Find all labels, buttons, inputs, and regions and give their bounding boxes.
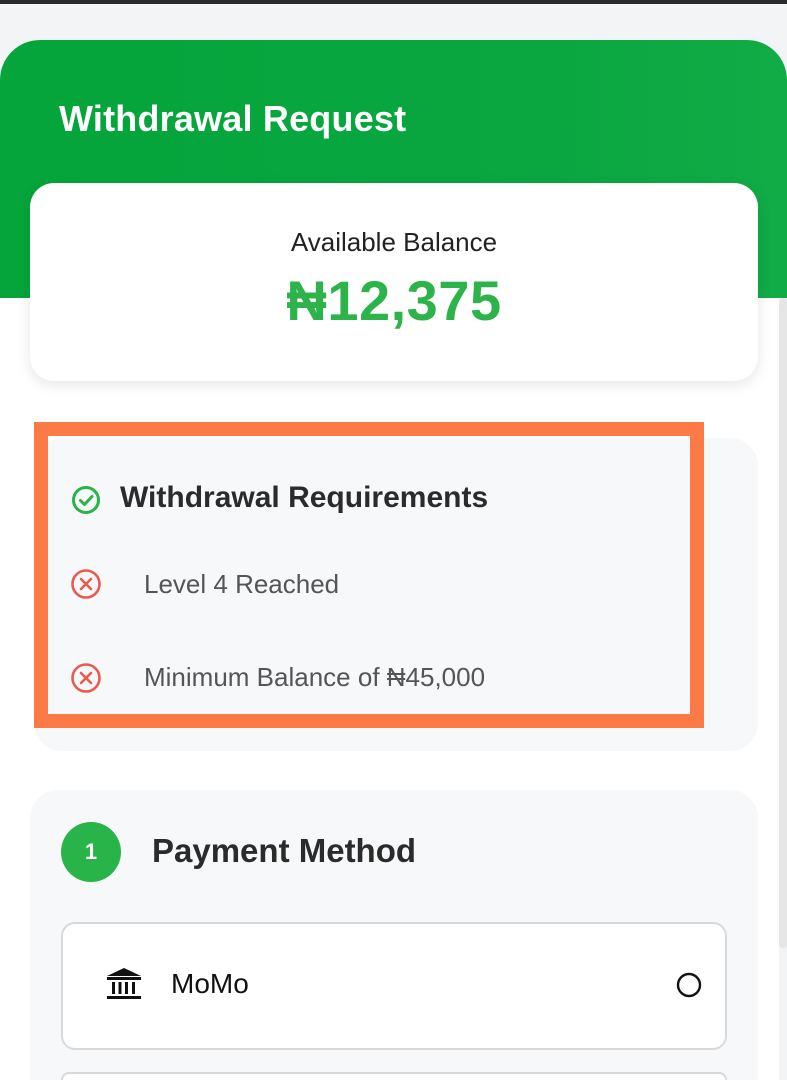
balance-label: Available Balance: [290, 227, 498, 257]
payment-option-momo[interactable]: [61, 922, 727, 1050]
payment-option-label: MoMo: [171, 968, 249, 999]
payment-method-title: Payment Method: [152, 832, 417, 869]
page-title: Withdrawal Request: [59, 98, 407, 139]
requirement-item-minimum-balance: Minimum Balance of ₦45,000: [144, 662, 486, 692]
payment-option-next[interactable]: [61, 1072, 727, 1080]
requirement-item-level: Level 4 Reached: [144, 569, 340, 599]
radio-button[interactable]: [676, 972, 702, 998]
check-circle-icon: [72, 486, 100, 514]
bank-icon: [107, 968, 141, 999]
x-circle-icon: [71, 569, 101, 599]
x-circle-icon: [71, 663, 101, 693]
balance-value: ₦12,375: [286, 269, 502, 332]
requirements-title: Withdrawal Requirements: [120, 481, 489, 514]
step-number-badge: 1: [61, 822, 121, 882]
balance-card: Available Balance ₦12,375: [30, 183, 758, 381]
scrollbar[interactable]: [779, 298, 787, 948]
